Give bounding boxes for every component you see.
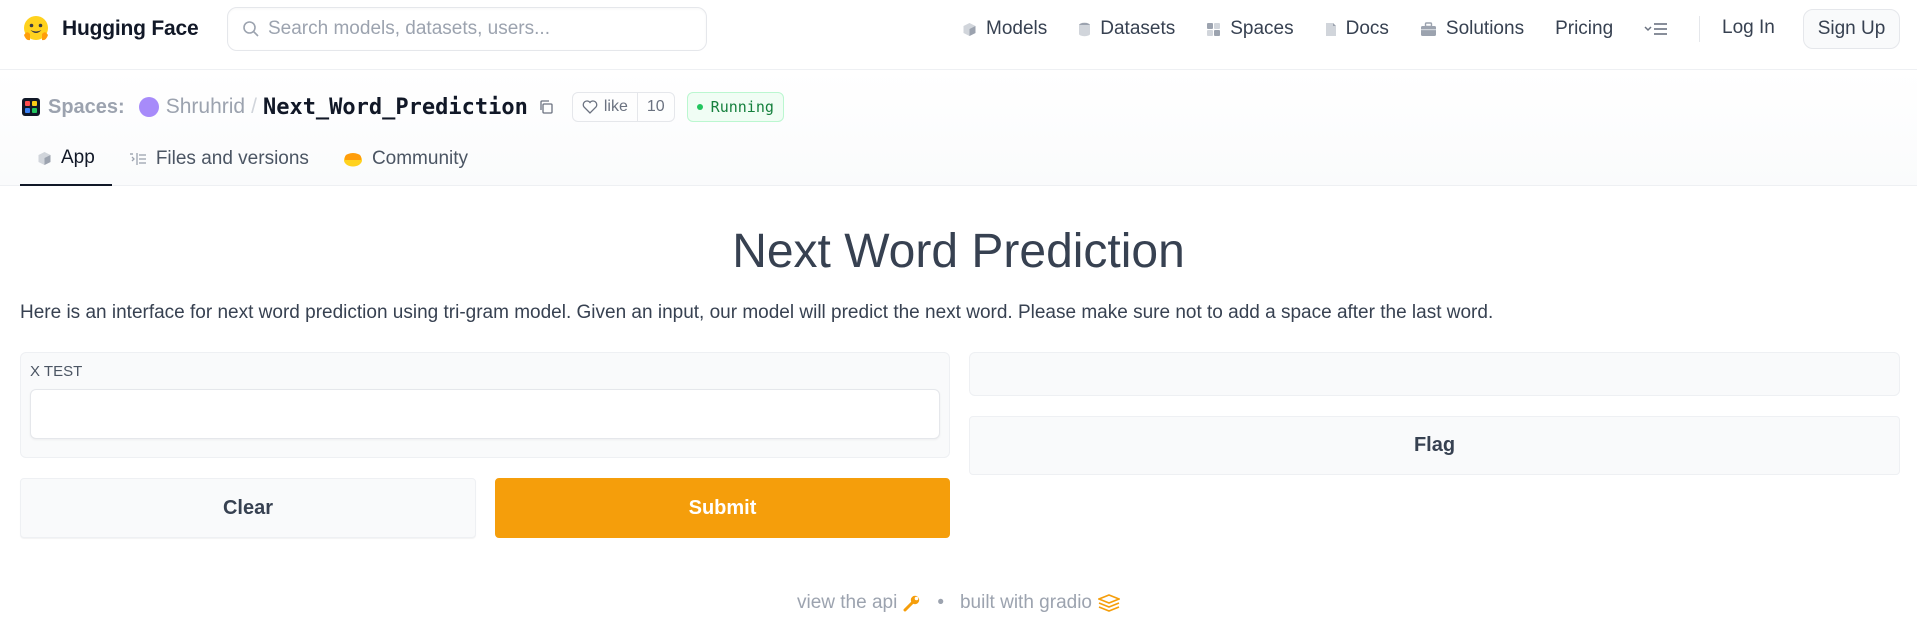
page-title: Next Word Prediction bbox=[732, 225, 1185, 278]
status-text: Running bbox=[710, 98, 774, 116]
space-name-link[interactable]: Next_Word_Prediction bbox=[263, 95, 528, 120]
copy-icon[interactable] bbox=[538, 99, 554, 115]
like-count[interactable]: 10 bbox=[636, 93, 674, 121]
clear-button[interactable]: Clear bbox=[20, 478, 476, 538]
brand-name: Hugging Face bbox=[62, 17, 199, 40]
output-box bbox=[969, 352, 1900, 396]
app-description: Here is an interface for next word predi… bbox=[20, 302, 1494, 323]
tab-files[interactable]: Files and versions bbox=[112, 132, 326, 186]
footer: view the api • built with gradio bbox=[0, 592, 1917, 614]
briefcase-icon bbox=[1420, 21, 1436, 36]
input-label: X TEST bbox=[30, 363, 83, 380]
heart-icon bbox=[582, 100, 598, 114]
space-tabs: App Files and versions Community bbox=[20, 132, 485, 186]
tab-community-label: Community bbox=[371, 148, 469, 169]
nav-pricing[interactable]: Pricing bbox=[1555, 18, 1613, 40]
view-api-link[interactable]: view the api bbox=[797, 592, 921, 614]
status-dot-icon bbox=[696, 104, 703, 110]
nav-datasets-label: Datasets bbox=[1100, 18, 1176, 39]
nav-divider bbox=[1699, 16, 1700, 42]
community-icon bbox=[343, 153, 362, 167]
submit-button[interactable]: Submit bbox=[495, 478, 950, 538]
spaces-icon bbox=[1207, 22, 1221, 36]
tab-app[interactable]: App bbox=[20, 132, 112, 186]
tab-files-label: Files and versions bbox=[155, 148, 309, 169]
space-header: Spaces: Shruhrid / Next_Word_Prediction … bbox=[0, 70, 1917, 186]
search-icon bbox=[243, 21, 259, 37]
cube-icon bbox=[38, 151, 51, 165]
nav-spaces-label: Spaces bbox=[1230, 18, 1294, 39]
like-widget: like 10 bbox=[571, 92, 675, 122]
space-owner-link[interactable]: Shruhrid bbox=[166, 95, 245, 119]
tab-community[interactable]: Community bbox=[326, 132, 485, 186]
like-button[interactable]: like bbox=[573, 93, 637, 121]
top-navigation: Hugging Face Models Datasets Spaces Docs… bbox=[0, 0, 1917, 70]
cube-icon bbox=[963, 22, 976, 36]
files-icon bbox=[129, 153, 146, 165]
nav-docs-label: Docs bbox=[1345, 18, 1389, 39]
built-with-gradio-link[interactable]: built with gradio bbox=[959, 592, 1121, 614]
nav-links: Models Datasets Spaces Docs Solutions Pr… bbox=[962, 0, 1699, 58]
breadcrumb-separator: / bbox=[251, 95, 257, 118]
avatar[interactable] bbox=[138, 97, 159, 117]
footer-separator: • bbox=[937, 592, 944, 613]
flag-button[interactable]: Flag bbox=[969, 416, 1900, 475]
spaces-logo-icon bbox=[22, 98, 40, 116]
nav-spaces[interactable]: Spaces bbox=[1206, 18, 1294, 40]
nav-solutions[interactable]: Solutions bbox=[1420, 18, 1524, 40]
built-with-gradio-label: built with gradio bbox=[959, 592, 1093, 613]
nav-pricing-label: Pricing bbox=[1555, 18, 1614, 39]
input-panel: X TEST bbox=[20, 352, 950, 458]
nav-solutions-label: Solutions bbox=[1445, 18, 1525, 39]
spaces-section-label[interactable]: Spaces: bbox=[48, 96, 125, 119]
more-menu-icon bbox=[1644, 23, 1668, 35]
view-api-label: view the api bbox=[796, 592, 898, 613]
login-link[interactable]: Log In bbox=[1722, 17, 1775, 39]
nav-models-label: Models bbox=[986, 18, 1048, 39]
nav-more-menu[interactable] bbox=[1644, 21, 1668, 37]
status-badge: Running bbox=[686, 92, 784, 122]
gradio-logo-icon bbox=[1098, 594, 1121, 612]
signup-button[interactable]: Sign Up bbox=[1803, 9, 1900, 49]
hugging-face-logo-icon bbox=[24, 16, 48, 41]
search-box bbox=[227, 7, 707, 51]
nav-datasets[interactable]: Datasets bbox=[1078, 18, 1175, 40]
doc-icon bbox=[1325, 22, 1336, 36]
brand[interactable]: Hugging Face bbox=[20, 13, 199, 45]
like-label: like bbox=[603, 98, 628, 115]
search-input[interactable] bbox=[268, 8, 698, 50]
database-icon bbox=[1079, 22, 1091, 36]
wrench-icon bbox=[903, 595, 920, 612]
nav-models[interactable]: Models bbox=[962, 18, 1047, 40]
breadcrumb: Spaces: Shruhrid / Next_Word_Prediction … bbox=[22, 92, 784, 122]
tab-app-label: App bbox=[61, 147, 95, 168]
nav-docs[interactable]: Docs bbox=[1325, 18, 1389, 40]
x-test-input[interactable] bbox=[30, 389, 940, 439]
